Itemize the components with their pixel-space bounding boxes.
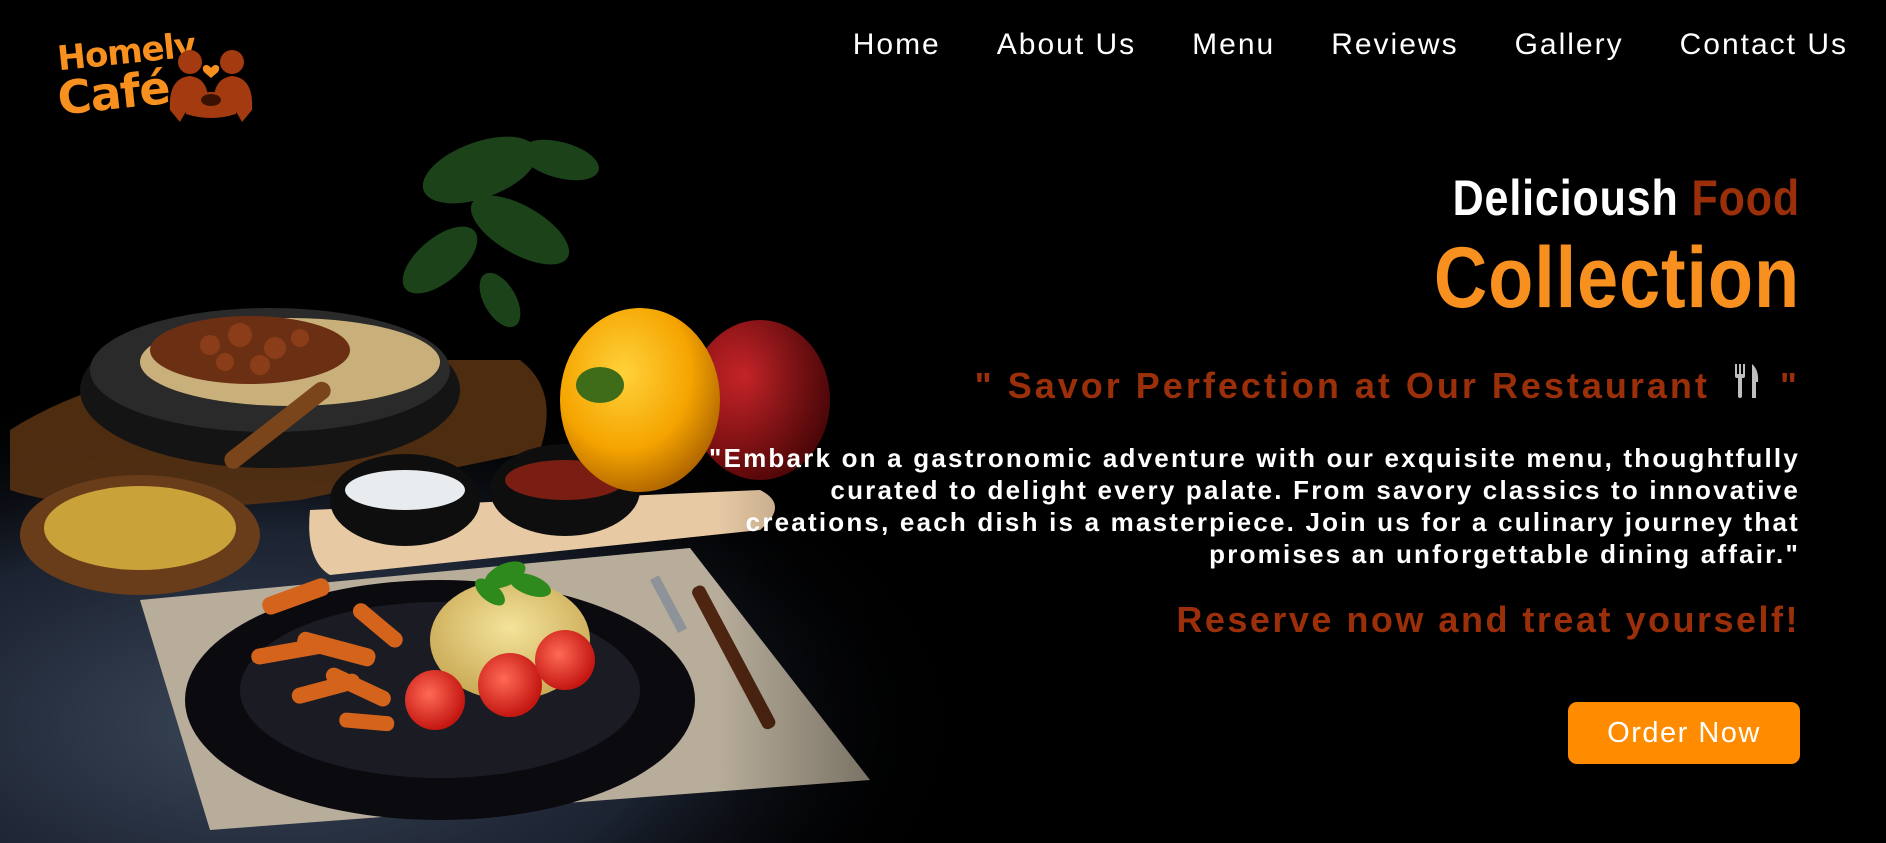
nav-link-menu[interactable]: Menu [1192,28,1275,62]
logo-wordmark: Homely Café [52,25,197,126]
nav-link-reviews[interactable]: Reviews [1331,28,1458,62]
headline-white-word: Delicioush [1452,170,1679,226]
tagline-text: " Savor Perfection at Our Restaurant [974,365,1710,406]
reserve-cta-text: Reserve now and treat yourself! [1176,599,1800,640]
hero-title: Collection [1433,230,1800,326]
hero-section: Homely Café Home About Us Menu Reviews G… [0,0,1886,843]
hero-headline: Delicioush Food [768,170,1800,226]
hero-tagline: " Savor Perfection at Our Restaurant " [600,364,1800,406]
main-nav: Home About Us Menu Reviews Gallery Conta… [853,28,1848,62]
nav-link-gallery[interactable]: Gallery [1515,28,1624,62]
nav-link-home[interactable]: Home [853,28,941,62]
hero-description: "Embark on a gastronomic adventure with … [709,443,1800,569]
tagline-close-quote: " [1779,365,1800,406]
homely-cafe-logo[interactable]: Homely Café [52,25,262,134]
nav-link-contact-us[interactable]: Contact Us [1680,28,1848,62]
hero-copy: Delicioush Food Collection " Savor Perfe… [600,170,1800,640]
fork-and-knife-icon [1732,364,1762,406]
logo-line-2: Café [54,60,173,126]
order-now-button[interactable]: Order Now [1568,702,1800,764]
headline-accent-word: Food [1691,170,1800,226]
nav-link-about-us[interactable]: About Us [997,28,1136,62]
couple-heart-icon [169,50,253,122]
